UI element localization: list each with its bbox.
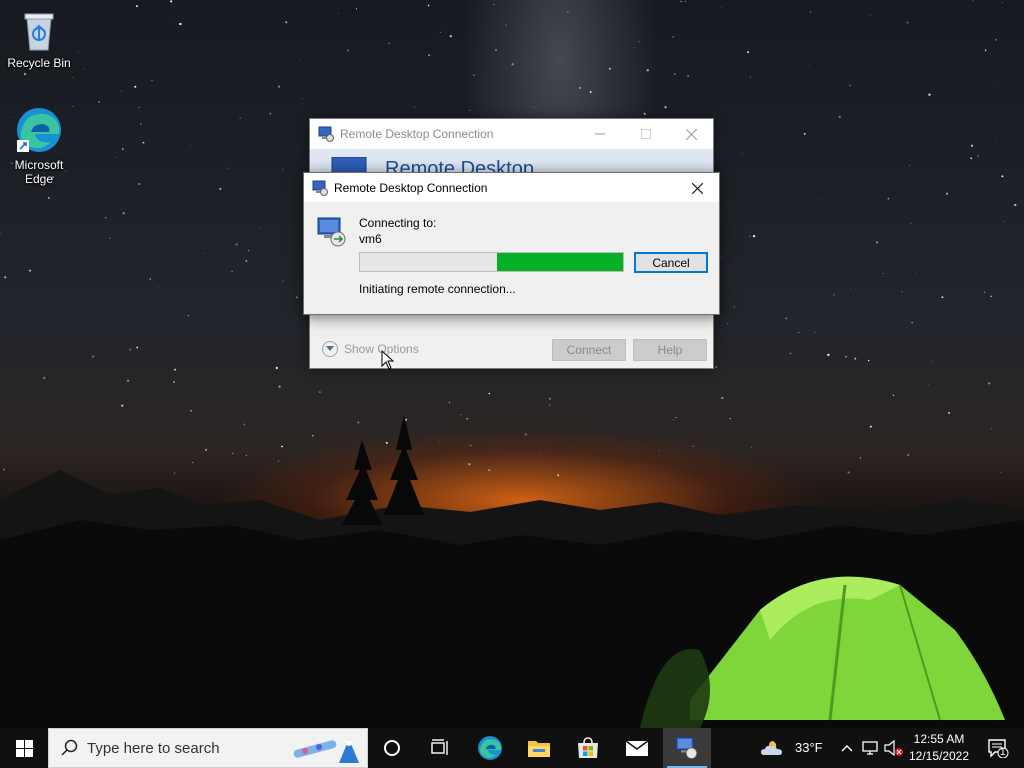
recycle-bin-icon [24, 13, 54, 51]
volume-button[interactable] [883, 728, 905, 768]
dialog-title: Remote Desktop Connection [334, 180, 488, 195]
dialog-body: Connecting to: vm6 Cancel Initiating rem… [304, 202, 719, 314]
search-icon [61, 739, 78, 756]
mail-icon [625, 740, 649, 756]
desktop-icon-label: Microsoft Edge [14, 158, 64, 186]
taskbar-edge-button[interactable] [466, 728, 514, 768]
help-button[interactable]: Help [633, 339, 707, 361]
maximize-icon [641, 129, 651, 139]
windows-logo-icon [15, 739, 33, 757]
weather-cloud-moon-icon [761, 741, 782, 755]
search-box[interactable]: Type here to search [48, 728, 368, 768]
store-icon [578, 737, 598, 758]
task-view-button[interactable] [416, 728, 464, 768]
title-bar[interactable]: Remote Desktop Connection [310, 119, 713, 149]
cancel-button[interactable]: Cancel [634, 252, 708, 273]
task-view-icon [431, 739, 448, 755]
cortana-icon [384, 740, 400, 756]
desktop-icon-label: Recycle Bin [7, 56, 71, 70]
network-button[interactable] [860, 728, 882, 768]
close-button[interactable] [668, 119, 714, 149]
search-highlight-illustration-icon [293, 739, 359, 763]
banner: Remote Desktop [310, 149, 713, 173]
clock[interactable]: 12:55 AM 12/15/2022 [904, 731, 974, 765]
store-button[interactable] [564, 728, 612, 768]
remote-desktop-icon [317, 217, 346, 247]
taskbar-remote-desktop-button[interactable] [663, 728, 711, 768]
remote-desktop-banner-icon [331, 157, 367, 173]
progress-fill [496, 253, 623, 271]
connecting-dialog[interactable]: Remote Desktop Connection Connecting to:… [303, 172, 720, 315]
connect-button[interactable]: Connect [552, 339, 626, 361]
clock-date: 12/15/2022 [908, 749, 970, 763]
mail-button[interactable] [613, 728, 661, 768]
file-explorer-icon [528, 741, 550, 757]
search-placeholder: Type here to search [87, 739, 220, 757]
connecting-label: Connecting to: [359, 216, 437, 230]
file-explorer-button[interactable] [515, 728, 563, 768]
desktop-icon-edge[interactable]: Microsoft Edge [1, 106, 77, 186]
banner-title: Remote Desktop [385, 158, 534, 173]
start-button[interactable] [0, 728, 48, 768]
notifications-count: 1 [1000, 747, 1006, 758]
close-icon [691, 182, 703, 194]
volume-muted-icon [884, 740, 903, 756]
minimize-icon [595, 133, 605, 135]
edge-icon [478, 736, 502, 760]
clock-time: 12:55 AM [913, 732, 965, 746]
bottom-bar: Show Options Connect Help [310, 315, 713, 368]
window-title: Remote Desktop Connection [340, 127, 494, 141]
cortana-button[interactable] [368, 728, 416, 768]
weather-temperature[interactable]: 33°F [795, 740, 823, 755]
title-bar[interactable]: Remote Desktop Connection [304, 173, 719, 202]
mouse-cursor-icon [381, 350, 395, 370]
remote-desktop-icon [318, 126, 334, 142]
remote-desktop-icon [676, 737, 698, 759]
desktop-icon-recycle-bin[interactable]: Recycle Bin [1, 8, 77, 70]
connection-target: vm6 [359, 232, 382, 246]
show-hidden-icons-button[interactable] [836, 728, 858, 768]
minimize-button[interactable] [577, 119, 623, 149]
remote-desktop-icon [312, 180, 328, 196]
chevron-up-icon [841, 745, 853, 752]
close-button[interactable] [674, 173, 720, 203]
chevron-down-icon [322, 341, 338, 357]
weather-button[interactable] [758, 728, 788, 768]
network-icon [862, 741, 878, 755]
show-options-toggle[interactable]: Show Options [322, 341, 419, 357]
maximize-button[interactable] [623, 119, 669, 149]
edge-icon [17, 108, 61, 152]
close-icon [685, 128, 697, 140]
action-center-button[interactable]: 1 [978, 728, 1018, 768]
progress-bar [359, 252, 624, 272]
taskbar: Type here to search 33°F 12:55 AM 12/15/… [0, 728, 1024, 768]
status-text: Initiating remote connection... [359, 282, 516, 296]
